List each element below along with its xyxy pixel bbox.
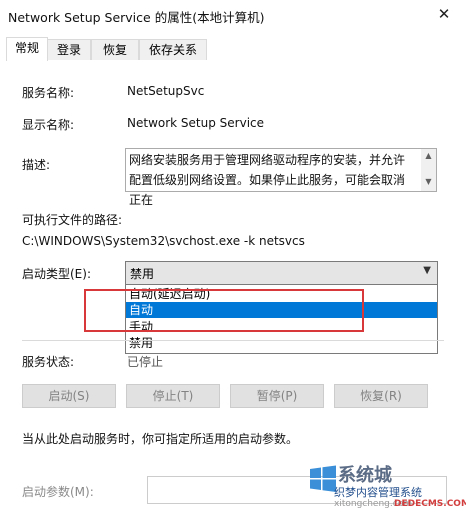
chevron-down-icon[interactable]: ▼	[423, 265, 431, 276]
tab-bar: 常规 登录 恢复 依存关系	[0, 37, 466, 62]
service-name-value: NetSetupSvc	[127, 84, 205, 98]
scroll-down-icon[interactable]: ▼	[421, 177, 436, 186]
display-name-label: 显示名称:	[22, 118, 75, 132]
description-label: 描述:	[22, 158, 51, 172]
start-params-hint: 当从此处启动服务时，你可指定所适用的启动参数。	[22, 432, 299, 446]
title-bar: Network Setup Service 的属性(本地计算机) ✕	[0, 0, 466, 30]
service-status-value: 已停止	[127, 355, 164, 369]
tab-recovery[interactable]: 恢复	[91, 39, 139, 60]
start-params-label: 启动参数(M):	[22, 485, 94, 499]
startup-type-value: 禁用	[130, 267, 155, 281]
option-disabled[interactable]: 禁用	[126, 335, 437, 351]
stop-button[interactable]: 停止(T)	[126, 384, 220, 408]
divider	[22, 340, 444, 341]
window-title: Network Setup Service 的属性(本地计算机)	[8, 10, 265, 25]
description-box[interactable]: 网络安装服务用于管理网络驱动程序的安装，并允许配置低级别网络设置。如果停止此服务…	[125, 148, 437, 207]
description-scrollbar[interactable]: ▲ ▼	[421, 149, 436, 191]
tab-dependencies[interactable]: 依存关系	[139, 39, 207, 60]
pause-button[interactable]: 暂停(P)	[230, 384, 324, 408]
description-text: 网络安装服务用于管理网络驱动程序的安装，并允许配置低级别网络设置。如果停止此服务…	[129, 153, 406, 207]
service-status-label: 服务状态:	[22, 355, 75, 369]
scroll-up-icon[interactable]: ▲	[421, 151, 436, 160]
resume-button[interactable]: 恢复(R)	[334, 384, 428, 408]
startup-type-select[interactable]: 禁用 ▼	[125, 261, 438, 285]
display-name-value: Network Setup Service	[127, 116, 265, 130]
start-button[interactable]: 启动(S)	[22, 384, 116, 408]
tab-logon[interactable]: 登录	[47, 39, 91, 60]
watermark-subtitle: 织梦内容管理系统	[334, 486, 422, 499]
service-name-label: 服务名称:	[22, 86, 75, 100]
path-value: C:\WINDOWS\System32\svchost.exe -k netsv…	[22, 234, 305, 248]
tab-general[interactable]: 常规	[6, 37, 48, 61]
startup-type-label: 启动类型(E):	[22, 267, 91, 281]
path-label: 可执行文件的路径:	[22, 213, 123, 227]
watermark-url-right: DEDECMS.COM	[394, 499, 466, 509]
highlight-annotation-box	[84, 289, 364, 332]
watermark: 系统城 织梦内容管理系统 xitongcheng.com DEDECMS.COM	[308, 460, 466, 515]
close-icon[interactable]: ✕	[422, 0, 466, 30]
